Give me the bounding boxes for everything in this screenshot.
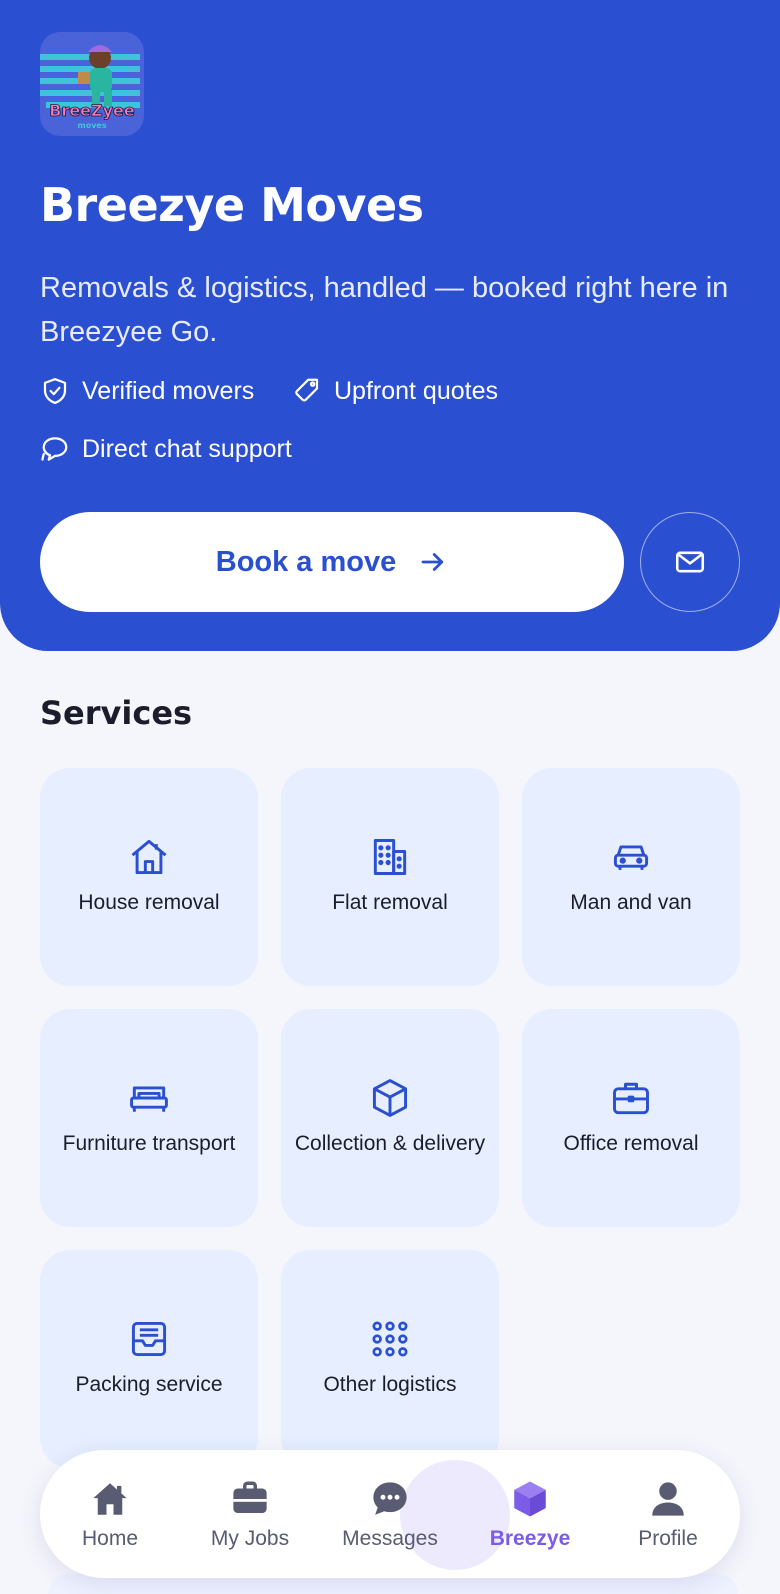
feature-quotes: Upfront quotes	[292, 376, 498, 406]
service-packing[interactable]: Packing service	[40, 1250, 258, 1468]
nav-profile[interactable]: Profile	[603, 1450, 733, 1578]
home-icon	[93, 1483, 127, 1515]
service-man-and-van[interactable]: Man and van	[522, 768, 740, 986]
service-label: House removal	[78, 891, 220, 914]
hero-subtitle: Removals & logistics, handled — booked r…	[40, 272, 729, 348]
mail-icon	[675, 551, 705, 573]
service-label: Flat removal	[332, 891, 448, 914]
nav-label: Breezye	[489, 1527, 571, 1550]
shield-check-icon	[43, 378, 67, 404]
service-other-logistics[interactable]: Other logistics	[281, 1250, 499, 1468]
grid-dots-icon	[372, 1321, 408, 1357]
nav-label: Profile	[638, 1527, 698, 1550]
svg-text:moves: moves	[77, 121, 106, 130]
service-label: Furniture transport	[62, 1132, 236, 1155]
briefcase-icon	[613, 1082, 649, 1115]
house-icon	[131, 839, 167, 875]
cube-icon	[372, 1079, 408, 1117]
briefcase-icon	[233, 1481, 267, 1513]
tag-icon	[295, 378, 319, 402]
book-move-button[interactable]: Book a move	[40, 512, 624, 612]
service-label: Collection & delivery	[294, 1132, 486, 1155]
logo-illustration-icon: BreeZyee moves	[40, 45, 140, 130]
feature-chat: Direct chat support	[40, 434, 292, 464]
building-icon	[373, 839, 407, 875]
nav-label: Home	[81, 1527, 139, 1550]
service-label: Packing service	[75, 1373, 223, 1396]
bed-icon	[130, 1086, 168, 1112]
nav-my-jobs[interactable]: My Jobs	[185, 1450, 315, 1578]
nav-home[interactable]: Home	[45, 1450, 175, 1578]
svg-text:BreeZyee: BreeZyee	[49, 101, 135, 120]
service-furniture-transport[interactable]: Furniture transport	[40, 1009, 258, 1227]
book-move-label: Book a move	[215, 545, 397, 578]
feature-label: Direct chat support	[82, 434, 292, 463]
service-office-removal[interactable]: Office removal	[522, 1009, 740, 1227]
cube-icon	[514, 1481, 546, 1517]
nav-label: Messages	[342, 1527, 438, 1550]
nav-messages[interactable]: Messages	[325, 1450, 455, 1578]
chat-bubbles-icon	[41, 437, 68, 461]
services-heading: Services	[40, 694, 193, 732]
person-icon	[652, 1482, 684, 1516]
brand-logo: BreeZyee moves	[40, 32, 144, 136]
arrow-right-icon	[421, 553, 444, 571]
message-icon	[373, 1482, 407, 1515]
bottom-nav: Home My Jobs Messages Breezye Profile	[40, 1450, 740, 1578]
nav-label: My Jobs	[210, 1527, 290, 1550]
service-label: Man and van	[570, 891, 692, 914]
service-label: Office removal	[563, 1132, 699, 1155]
feature-verified: Verified movers	[40, 376, 254, 406]
service-flat-removal[interactable]: Flat removal	[281, 768, 499, 986]
inbox-icon	[131, 1321, 167, 1357]
service-house-removal[interactable]: House removal	[40, 768, 258, 986]
feature-label: Verified movers	[82, 376, 255, 405]
service-label: Other logistics	[323, 1373, 457, 1396]
page-title: Breezye Moves	[40, 178, 424, 232]
nav-breezye[interactable]: Breezye	[465, 1450, 595, 1578]
car-icon	[613, 845, 649, 870]
hero-banner: BreeZyee moves Breezye Moves Removals & …	[0, 0, 780, 651]
mail-button[interactable]	[640, 512, 740, 612]
feature-label: Upfront quotes	[334, 376, 498, 405]
service-collection-delivery[interactable]: Collection & delivery	[281, 1009, 499, 1227]
